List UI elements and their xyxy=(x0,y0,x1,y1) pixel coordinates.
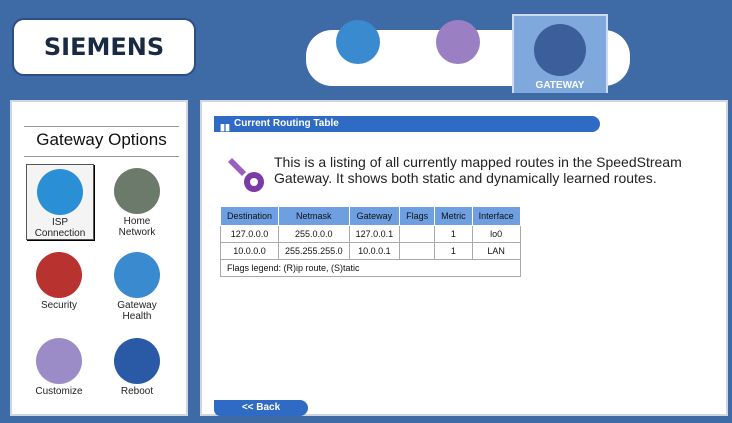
lock-icon xyxy=(36,252,82,298)
sidebar-item-label: Gateway Health xyxy=(117,300,157,322)
sidebar-item-security[interactable]: Security xyxy=(26,248,92,311)
column-header: Gateway xyxy=(348,206,401,226)
table-cell: LAN xyxy=(471,242,521,260)
sidebar-item-label: Reboot xyxy=(120,386,154,397)
sidebar: Gateway Options ISP Connection Home Netw… xyxy=(10,100,188,416)
table-cell: 10.0.0.0 xyxy=(219,242,280,260)
table-cell: 127.0.0.1 xyxy=(348,225,401,243)
page-description: This is a listing of all currently mappe… xyxy=(274,154,682,186)
sidebar-title: Gateway Options xyxy=(24,126,179,157)
section-title: Current Routing Table xyxy=(234,118,339,129)
table-cell: lo0 xyxy=(471,225,521,243)
siemens-logo: SIEMENS xyxy=(12,18,196,76)
table-cell: 1 xyxy=(434,225,473,243)
gateway-icon xyxy=(534,24,586,76)
thermometer-icon xyxy=(114,252,160,298)
sidebar-item-reboot[interactable]: Reboot xyxy=(104,334,170,397)
flags-legend: Flags legend: (R)ip route, (S)tatic xyxy=(220,259,521,277)
tab-gateway[interactable]: GATEWAY xyxy=(512,14,608,98)
tab-devices[interactable]: DEVICES xyxy=(412,18,502,94)
sidebar-item-home-network[interactable]: Home Network xyxy=(104,164,170,238)
routing-table: Destination Netmask Gateway Flags Metric… xyxy=(219,206,521,277)
table-cell: 127.0.0.0 xyxy=(219,225,280,243)
sidebar-item-customize[interactable]: Customize xyxy=(26,334,92,397)
column-header: Destination xyxy=(219,206,280,226)
sidebar-item-label: Security xyxy=(40,300,78,311)
table-header-row: Destination Netmask Gateway Flags Metric… xyxy=(219,206,521,226)
column-header: Netmask xyxy=(278,206,350,226)
tab-users[interactable]: USERS xyxy=(312,18,402,94)
table-cell xyxy=(399,225,436,243)
table-cell: 10.0.0.1 xyxy=(348,242,401,260)
table-legend-row: Flags legend: (R)ip route, (S)tatic xyxy=(220,259,521,277)
devices-icon xyxy=(436,20,480,64)
column-header: Flags xyxy=(399,206,436,226)
sidebar-item-label: ISP Connection xyxy=(34,217,86,239)
network-icon xyxy=(114,168,160,214)
sidebar-item-label: Customize xyxy=(35,386,83,397)
sidebar-item-isp-connection[interactable]: ISP Connection xyxy=(26,164,94,240)
palette-icon xyxy=(36,338,82,384)
sidebar-item-label: Home Network xyxy=(118,216,156,238)
main-panel: ▮▮ Current Routing Table This is a listi… xyxy=(200,100,728,416)
section-header: ▮▮ Current Routing Table xyxy=(214,116,600,132)
table-cell: 1 xyxy=(434,242,473,260)
section-header-icon: ▮▮ xyxy=(220,122,230,132)
column-header: Interface xyxy=(471,206,521,226)
users-icon xyxy=(336,20,380,64)
tools-icon xyxy=(228,158,264,192)
tab-gateway-label: GATEWAY xyxy=(535,80,585,91)
tab-devices-label: DEVICES xyxy=(435,70,479,81)
table-cell xyxy=(399,242,436,260)
sidebar-item-gateway-health[interactable]: Gateway Health xyxy=(104,248,170,322)
table-cell: 255.255.255.0 xyxy=(278,242,350,260)
table-row: 10.0.0.0 255.255.255.0 10.0.0.1 1 LAN xyxy=(219,242,521,260)
column-header: Metric xyxy=(434,206,473,226)
back-button[interactable]: << Back xyxy=(214,400,308,416)
reboot-icon xyxy=(114,338,160,384)
table-cell: 255.0.0.0 xyxy=(278,225,350,243)
tab-users-label: USERS xyxy=(339,70,375,81)
table-row: 127.0.0.0 255.0.0.0 127.0.0.1 1 lo0 xyxy=(219,225,521,243)
globe-icon xyxy=(37,169,83,215)
